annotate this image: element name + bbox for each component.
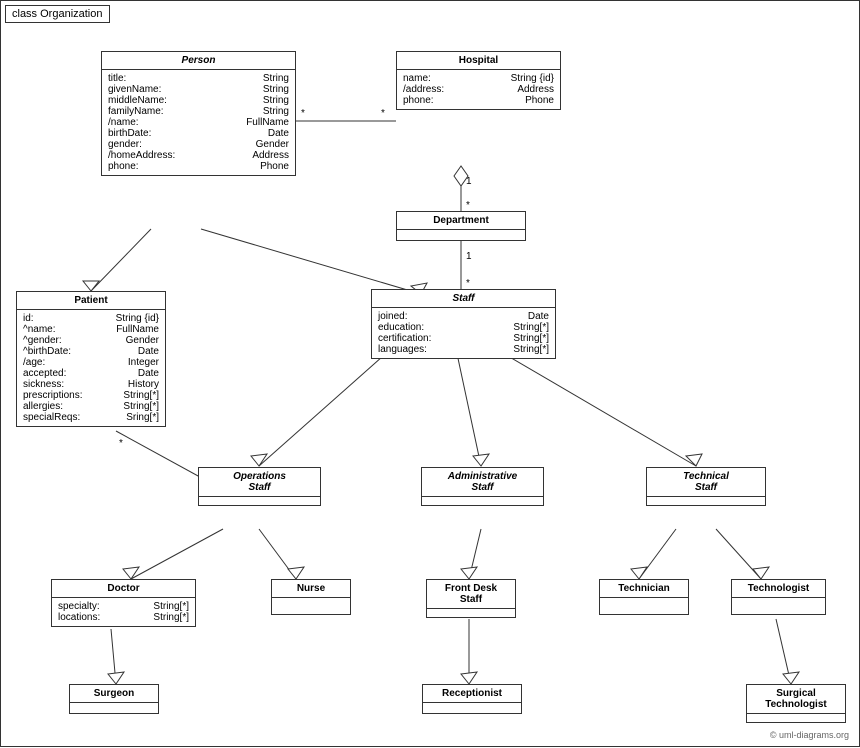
department-class-header: Department — [397, 212, 525, 230]
uml-diagram: class Organization * * 1 * 1 * * * — [0, 0, 860, 747]
nurse-class-header: Nurse — [272, 580, 350, 598]
svg-text:1: 1 — [466, 251, 472, 262]
technical-staff-header: Technical Staff — [647, 468, 765, 497]
svg-text:1: 1 — [466, 176, 472, 187]
nurse-class-body — [272, 598, 350, 614]
receptionist-class: Receptionist — [422, 684, 522, 714]
surgeon-class-header: Surgeon — [70, 685, 158, 703]
staff-class-header: Staff — [372, 290, 555, 308]
operations-staff-class: Operations Staff — [198, 467, 321, 506]
front-desk-staff-header: Front Desk Staff — [427, 580, 515, 609]
technical-staff-body — [647, 497, 765, 505]
copyright: © uml-diagrams.org — [770, 730, 849, 740]
doctor-class-header: Doctor — [52, 580, 195, 598]
administrative-staff-body — [422, 497, 543, 505]
staff-class-body: joined:Date education:String[*] certific… — [372, 308, 555, 358]
svg-text:*: * — [381, 108, 385, 119]
department-class-body — [397, 230, 525, 240]
technologist-class-header: Technologist — [732, 580, 825, 598]
person-class-body: title:String givenName:String middleName… — [102, 70, 295, 175]
surgical-technologist-body — [747, 714, 845, 722]
surgeon-class: Surgeon — [69, 684, 159, 714]
technician-class-body — [600, 598, 688, 614]
person-class: Person title:String givenName:String mid… — [101, 51, 296, 176]
surgical-technologist-class: Surgical Technologist — [746, 684, 846, 723]
operations-staff-header: Operations Staff — [199, 468, 320, 497]
administrative-staff-header: Administrative Staff — [422, 468, 543, 497]
technologist-class-body — [732, 598, 825, 614]
front-desk-staff-class: Front Desk Staff — [426, 579, 516, 618]
svg-text:*: * — [301, 108, 305, 119]
person-class-header: Person — [102, 52, 295, 70]
technologist-class: Technologist — [731, 579, 826, 615]
technician-class: Technician — [599, 579, 689, 615]
operations-staff-body — [199, 497, 320, 505]
hospital-class-body: name:String {id} /address:Address phone:… — [397, 70, 560, 109]
doctor-class-body: specialty:String[*] locations:String[*] — [52, 598, 195, 626]
receptionist-class-header: Receptionist — [423, 685, 521, 703]
patient-class-header: Patient — [17, 292, 165, 310]
surgeon-class-body — [70, 703, 158, 713]
doctor-class: Doctor specialty:String[*] locations:Str… — [51, 579, 196, 627]
hospital-class-header: Hospital — [397, 52, 560, 70]
administrative-staff-class: Administrative Staff — [421, 467, 544, 506]
surgical-technologist-header: Surgical Technologist — [747, 685, 845, 714]
svg-text:*: * — [466, 200, 470, 211]
svg-text:*: * — [119, 438, 123, 449]
svg-text:*: * — [466, 278, 470, 289]
staff-class: Staff joined:Date education:String[*] ce… — [371, 289, 556, 359]
patient-class: Patient id:String {id} ^name:FullName ^g… — [16, 291, 166, 427]
receptionist-class-body — [423, 703, 521, 713]
diagram-title: class Organization — [5, 5, 110, 23]
technical-staff-class: Technical Staff — [646, 467, 766, 506]
front-desk-staff-body — [427, 609, 515, 617]
hospital-class: Hospital name:String {id} /address:Addre… — [396, 51, 561, 110]
patient-class-body: id:String {id} ^name:FullName ^gender:Ge… — [17, 310, 165, 426]
nurse-class: Nurse — [271, 579, 351, 615]
technician-class-header: Technician — [600, 580, 688, 598]
department-class: Department — [396, 211, 526, 241]
